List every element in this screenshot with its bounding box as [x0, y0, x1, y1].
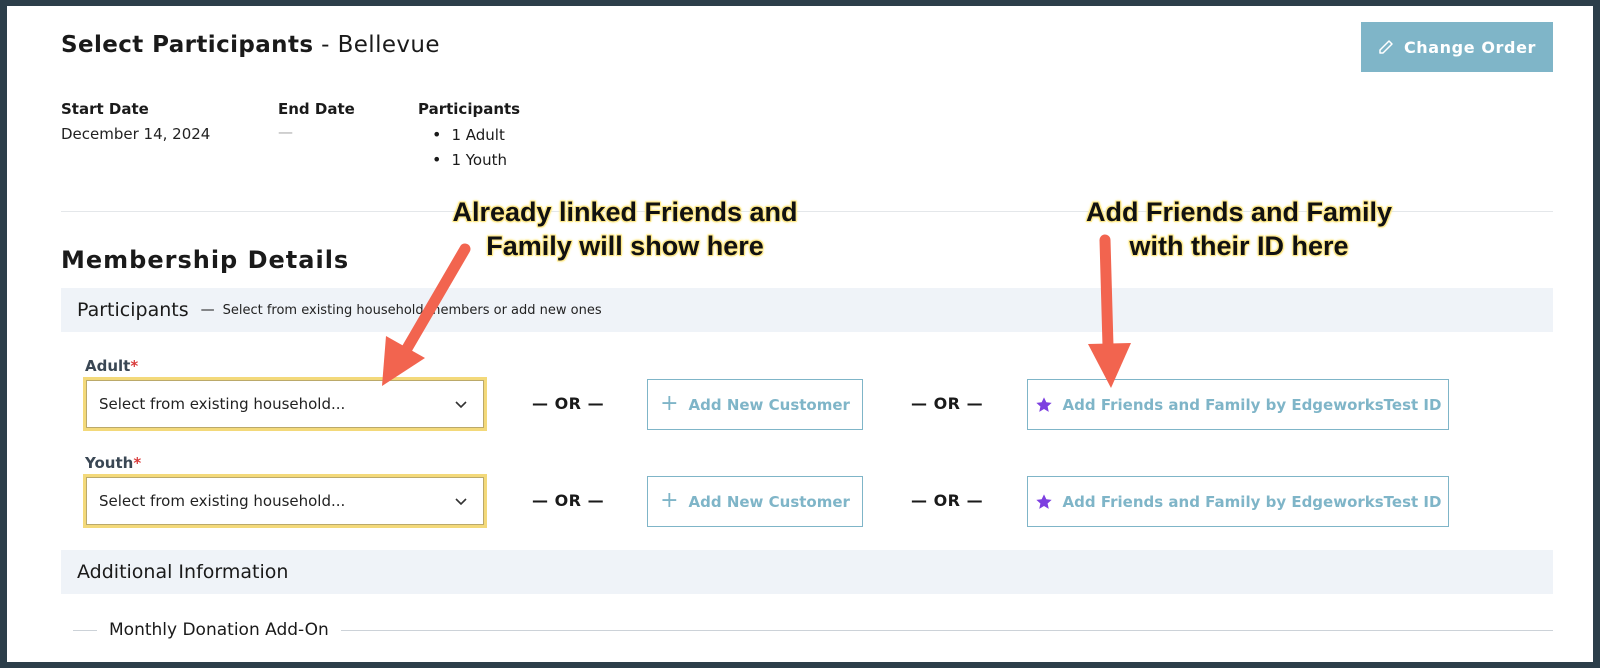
- youth-household-select[interactable]: Select from existing household...: [83, 474, 487, 528]
- pencil-icon: [1379, 40, 1393, 54]
- divider: [73, 629, 97, 631]
- end-date-label: End Date: [278, 100, 355, 118]
- annotation-add-by-id: Add Friends and Family with their ID her…: [1069, 195, 1409, 263]
- adult-add-friends-family-button[interactable]: Add Friends and Family by EdgeworksTest …: [1027, 379, 1449, 430]
- youth-field-label: Youth*: [85, 454, 141, 472]
- plus-icon: +: [660, 390, 679, 416]
- youth-add-friends-family-button[interactable]: Add Friends and Family by EdgeworksTest …: [1027, 476, 1449, 527]
- participant-count-adult: 1 Adult: [432, 122, 507, 147]
- or-divider: — OR —: [532, 394, 605, 413]
- participants-band-title: Participants: [77, 299, 189, 321]
- chevron-down-icon: [455, 498, 467, 506]
- add-new-customer-label: Add New Customer: [688, 492, 850, 511]
- end-date-value: —: [278, 123, 293, 141]
- adult-field-label: Adult*: [85, 357, 138, 375]
- participants-list: 1 Adult 1 Youth: [432, 122, 507, 172]
- or-divider: — OR —: [911, 394, 984, 413]
- add-new-customer-label: Add New Customer: [688, 395, 850, 414]
- divider: [340, 629, 1553, 631]
- adult-label-text: Adult: [85, 357, 131, 375]
- star-icon: [1035, 493, 1052, 509]
- membership-details-heading: Membership Details: [61, 246, 350, 274]
- participants-band-dash: —: [200, 302, 215, 318]
- add-friends-family-label: Add Friends and Family by EdgeworksTest …: [1062, 395, 1442, 414]
- participants-label: Participants: [418, 100, 521, 118]
- page-title-location: Bellevue: [337, 32, 440, 58]
- monthly-donation-label: Monthly Donation Add-On: [109, 620, 329, 640]
- page-title: Select Participants - Bellevue: [61, 32, 440, 58]
- additional-information-band: Additional Information: [61, 550, 1553, 594]
- youth-select-value: Select from existing household...: [99, 492, 346, 510]
- participant-count-youth: 1 Youth: [432, 147, 507, 172]
- youth-add-new-customer-button[interactable]: + Add New Customer: [647, 476, 863, 527]
- start-date-label: Start Date: [61, 100, 149, 118]
- additional-information-title: Additional Information: [77, 561, 289, 583]
- change-order-label: Change Order: [1403, 37, 1537, 57]
- participants-band-subtitle: Select from existing household members o…: [222, 302, 602, 318]
- start-date-value: December 14, 2024: [61, 125, 211, 143]
- required-asterisk: *: [133, 454, 142, 472]
- annotation-right-line-2: with their ID here: [1129, 231, 1349, 261]
- annotation-right-line-1: Add Friends and Family: [1085, 197, 1393, 227]
- page-frame: Select Participants - Bellevue Change Or…: [7, 6, 1593, 662]
- monthly-donation-row: Monthly Donation Add-On: [73, 618, 1553, 642]
- youth-label-text: Youth: [85, 454, 134, 472]
- page-title-main: Select Participants: [61, 32, 314, 58]
- change-order-button[interactable]: Change Order: [1361, 22, 1553, 72]
- plus-icon: +: [660, 487, 679, 513]
- or-divider: — OR —: [911, 491, 984, 510]
- adult-household-select[interactable]: Select from existing household...: [83, 377, 487, 431]
- page-title-separator: -: [313, 32, 338, 58]
- or-divider: — OR —: [532, 491, 605, 510]
- adult-add-new-customer-button[interactable]: + Add New Customer: [647, 379, 863, 430]
- annotation-left-line-1: Already linked Friends and: [452, 197, 798, 227]
- adult-select-value: Select from existing household...: [99, 395, 346, 413]
- add-friends-family-label: Add Friends and Family by EdgeworksTest …: [1062, 492, 1442, 511]
- participants-band: Participants — Select from existing hous…: [61, 288, 1553, 332]
- chevron-down-icon: [455, 401, 467, 409]
- annotation-linked-friends: Already linked Friends and Family will s…: [445, 195, 805, 263]
- annotation-left-line-2: Family will show here: [486, 231, 764, 261]
- required-asterisk: *: [130, 357, 139, 375]
- star-icon: [1035, 396, 1052, 412]
